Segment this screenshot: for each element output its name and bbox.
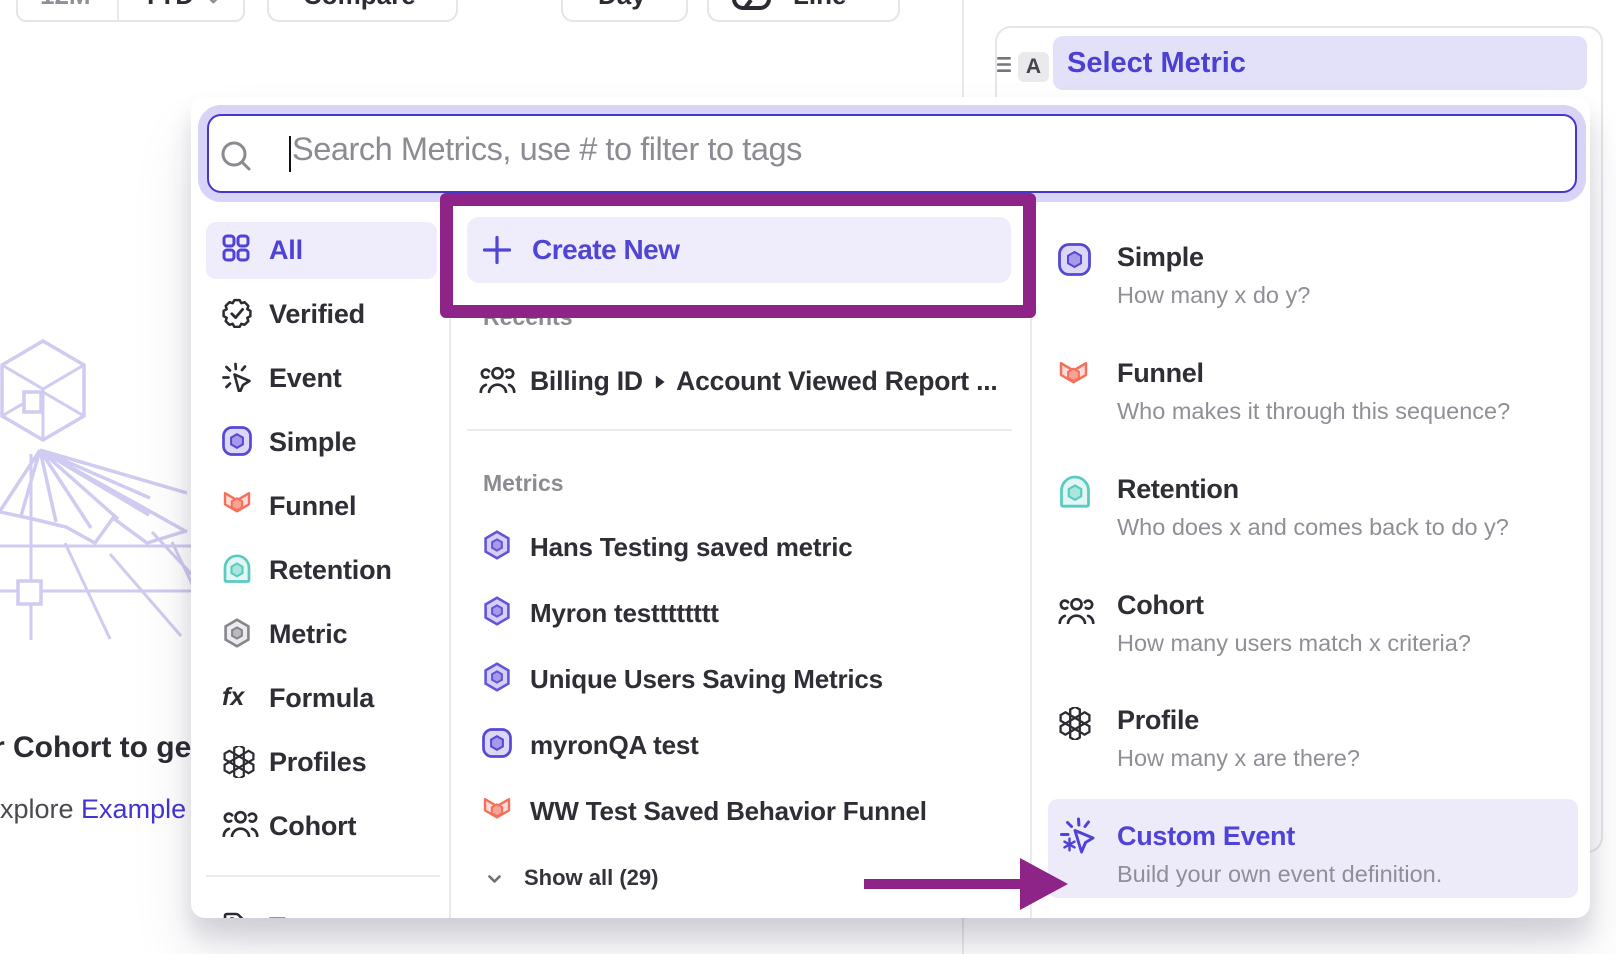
svg-text:fx: fx bbox=[222, 683, 245, 711]
